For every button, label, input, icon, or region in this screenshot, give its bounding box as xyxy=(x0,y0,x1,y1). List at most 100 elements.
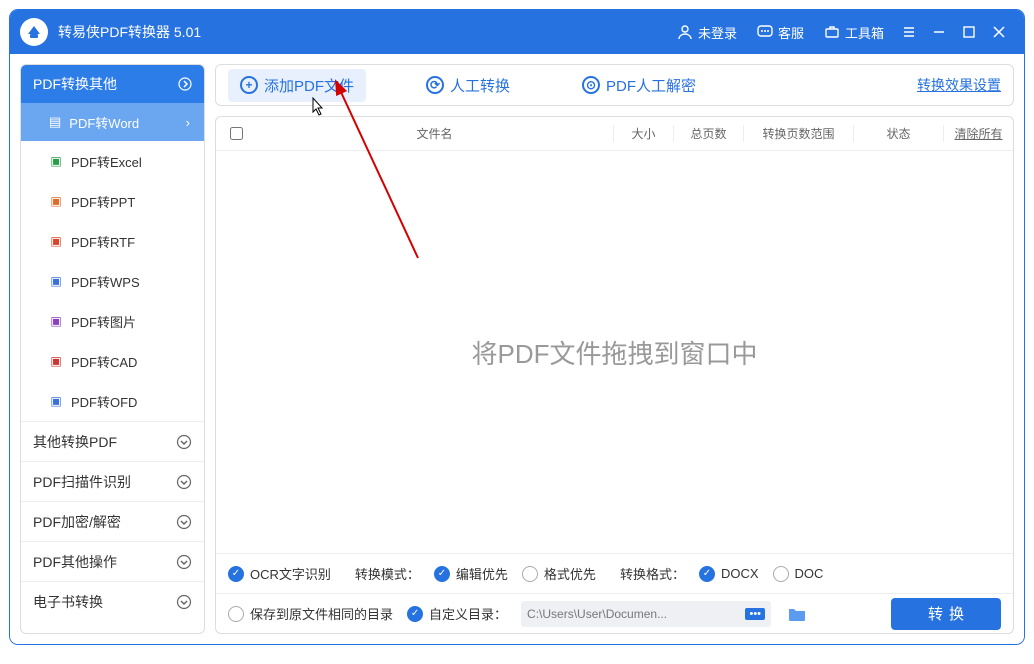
sidebar-group-label: PDF其他操作 xyxy=(33,552,117,572)
folder-icon xyxy=(788,606,806,622)
app-logo xyxy=(20,18,48,46)
minimize-button[interactable] xyxy=(924,10,954,54)
sidebar-item[interactable]: ▣ PDF转OFD xyxy=(21,381,204,421)
output-row: 保存到原文件相同的目录 自定义目录： C:\Users\User\Documen… xyxy=(216,593,1013,633)
chevron-right-icon: › xyxy=(186,115,190,130)
sidebar-item-pdf-to-word[interactable]: ▤ PDF转Word › xyxy=(21,103,204,141)
sidebar-group-pdf-to-other[interactable]: PDF转换其他 xyxy=(21,65,204,103)
file-type-icon: ▣ xyxy=(49,274,63,288)
ocr-checkbox[interactable]: OCR文字识别 xyxy=(228,564,331,583)
close-button[interactable] xyxy=(984,10,1014,54)
file-list-panel: 文件名 大小 总页数 转换页数范围 状态 清除所有 将PDF文件拖拽到窗口中 O… xyxy=(215,116,1014,634)
add-pdf-button[interactable]: + 添加PDF文件 xyxy=(228,69,366,102)
col-pages: 总页数 xyxy=(673,125,743,142)
sidebar-item-label: PDF转OFD xyxy=(71,392,137,411)
sidebar-group[interactable]: PDF扫描件识别 xyxy=(21,461,204,501)
sidebar-item[interactable]: ▣ PDF转图片 xyxy=(21,301,204,341)
convert-button[interactable]: 转换 xyxy=(891,598,1001,630)
file-type-icon: ▣ xyxy=(49,354,63,368)
clear-all-link[interactable]: 清除所有 xyxy=(943,125,1013,142)
radio-off-icon xyxy=(773,566,789,582)
menu-button[interactable] xyxy=(894,10,924,54)
radio-on-icon xyxy=(699,566,715,582)
minimize-icon xyxy=(932,25,946,39)
sidebar: PDF转换其他 ▤ PDF转Word › ▣PDF转Excel▣PDF转PPT▣… xyxy=(20,64,205,634)
sidebar-group-label: 电子书转换 xyxy=(33,592,103,612)
chevron-down-icon xyxy=(176,594,192,610)
sidebar-item-label: PDF转CAD xyxy=(71,352,137,371)
plus-circle-icon: + xyxy=(240,76,258,94)
toolbar: + 添加PDF文件 ⟳ 人工转换 ⊙ PDF人工解密 转换效果设置 xyxy=(215,64,1014,106)
format-docx-radio[interactable]: DOCX xyxy=(699,566,759,582)
close-icon xyxy=(993,26,1005,38)
manual-decrypt-button[interactable]: ⊙ PDF人工解密 xyxy=(570,69,708,102)
hamburger-icon xyxy=(902,25,916,39)
user-icon xyxy=(677,24,693,40)
sidebar-item-label: PDF转图片 xyxy=(71,312,136,331)
mode-format-radio[interactable]: 格式优先 xyxy=(522,564,596,583)
check-icon xyxy=(228,566,244,582)
col-range: 转换页数范围 xyxy=(743,125,853,142)
file-type-icon: ▣ xyxy=(49,394,63,408)
chat-icon xyxy=(757,24,773,40)
file-type-icon: ▣ xyxy=(49,154,63,168)
sidebar-item[interactable]: ▣ PDF转CAD xyxy=(21,341,204,381)
sidebar-group[interactable]: 电子书转换 xyxy=(21,581,204,621)
manual-convert-button[interactable]: ⟳ 人工转换 xyxy=(414,69,522,102)
file-type-icon: ▣ xyxy=(49,314,63,328)
col-size: 大小 xyxy=(613,125,673,142)
toolbox-icon xyxy=(824,24,840,40)
drop-zone[interactable]: 将PDF文件拖拽到窗口中 xyxy=(216,151,1013,553)
chevron-down-icon xyxy=(176,554,192,570)
sidebar-item[interactable]: ▣ PDF转WPS xyxy=(21,261,204,301)
main-area: + 添加PDF文件 ⟳ 人工转换 ⊙ PDF人工解密 转换效果设置 xyxy=(215,64,1014,634)
file-type-icon: ▣ xyxy=(49,234,63,248)
convert-settings-link[interactable]: 转换效果设置 xyxy=(917,75,1001,95)
select-all-checkbox[interactable] xyxy=(230,127,243,140)
toolbox-button[interactable]: 工具箱 xyxy=(814,10,894,54)
refresh-circle-icon: ⟳ xyxy=(426,76,444,94)
maximize-button[interactable] xyxy=(954,10,984,54)
sidebar-item[interactable]: ▣ PDF转RTF xyxy=(21,221,204,261)
word-file-icon: ▤ xyxy=(49,114,61,130)
radio-off-icon xyxy=(228,606,244,622)
col-filename: 文件名 xyxy=(256,125,613,142)
chevron-down-icon xyxy=(176,474,192,490)
open-folder-button[interactable] xyxy=(785,602,809,626)
maximize-icon xyxy=(963,26,975,38)
sidebar-item-label: PDF转Excel xyxy=(71,152,142,171)
format-label: 转换格式： xyxy=(620,564,685,583)
chevron-down-icon xyxy=(176,514,192,530)
same-dir-radio[interactable]: 保存到原文件相同的目录 xyxy=(228,604,393,623)
custom-dir-radio[interactable]: 自定义目录： xyxy=(407,604,507,623)
sidebar-group[interactable]: PDF加密/解密 xyxy=(21,501,204,541)
radio-on-icon xyxy=(434,566,450,582)
sidebar-group-label: PDF加密/解密 xyxy=(33,512,121,532)
sidebar-item-label: PDF转RTF xyxy=(71,232,135,251)
key-circle-icon: ⊙ xyxy=(582,76,600,94)
file-type-icon: ▣ xyxy=(49,194,63,208)
table-header: 文件名 大小 总页数 转换页数范围 状态 清除所有 xyxy=(216,117,1013,151)
login-button[interactable]: 未登录 xyxy=(667,10,747,54)
customer-service-button[interactable]: 客服 xyxy=(747,10,814,54)
output-path-box[interactable]: C:\Users\User\Documen... ••• xyxy=(521,601,771,627)
sidebar-group-label: 其他转换PDF xyxy=(33,432,117,452)
app-title: 转易侠PDF转换器 5.01 xyxy=(58,22,201,42)
sidebar-group[interactable]: 其他转换PDF xyxy=(21,421,204,461)
chevron-down-icon xyxy=(176,434,192,450)
radio-off-icon xyxy=(522,566,538,582)
sidebar-group[interactable]: PDF其他操作 xyxy=(21,541,204,581)
radio-on-icon xyxy=(407,606,423,622)
sidebar-item-label: PDF转PPT xyxy=(71,192,135,211)
titlebar: 转易侠PDF转换器 5.01 未登录 客服 工具箱 xyxy=(10,10,1024,54)
options-row: OCR文字识别 转换模式： 编辑优先 格式优先 转换格式： DOCX xyxy=(216,553,1013,593)
sidebar-item-label: PDF转WPS xyxy=(71,272,140,291)
mode-label: 转换模式： xyxy=(355,564,420,583)
sidebar-item[interactable]: ▣ PDF转PPT xyxy=(21,181,204,221)
sidebar-item[interactable]: ▣ PDF转Excel xyxy=(21,141,204,181)
chevron-right-icon xyxy=(178,77,192,91)
ellipsis-icon: ••• xyxy=(745,608,765,620)
format-doc-radio[interactable]: DOC xyxy=(773,566,824,582)
mode-edit-radio[interactable]: 编辑优先 xyxy=(434,564,508,583)
col-status: 状态 xyxy=(853,125,943,142)
